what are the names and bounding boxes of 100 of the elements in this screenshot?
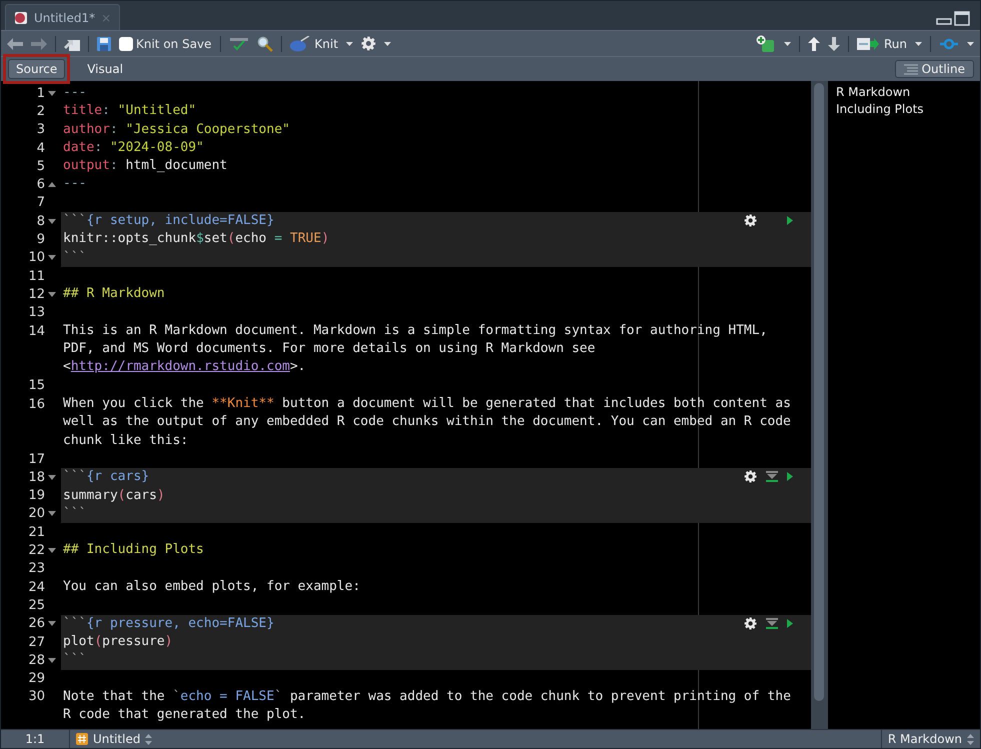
spellcheck-icon[interactable] <box>228 36 249 50</box>
line-number: 23 <box>28 561 45 576</box>
up-arrow-icon[interactable] <box>808 36 820 50</box>
code-line: ## R Markdown <box>62 285 165 304</box>
updown-icon[interactable] <box>145 734 152 744</box>
code-text: < <box>63 359 71 374</box>
line-number: 2 <box>36 104 45 119</box>
settings-icon[interactable] <box>744 616 757 630</box>
caret-icon[interactable] <box>784 42 791 46</box>
line-number: 4 <box>36 140 45 156</box>
code-line: date: "2024-08-09" <box>62 138 204 157</box>
caret-icon[interactable] <box>967 42 974 46</box>
run-icon[interactable] <box>787 618 793 628</box>
run-above-icon[interactable] <box>766 471 778 482</box>
code-line: well as the output of any embedded R code chunks within the document. You can embed an R code <box>62 413 791 432</box>
line-number: 29 <box>28 671 45 686</box>
maximize-icon[interactable] <box>954 11 970 26</box>
code-line: ```{r cars} <box>62 468 150 486</box>
link[interactable]: http://rmarkdown.rstudio.com <box>70 359 290 374</box>
code-text: >. <box>290 359 306 374</box>
outline-button[interactable]: Outline <box>894 60 974 78</box>
file-type-picker[interactable]: R Markdown <box>880 730 980 748</box>
fold-icon[interactable] <box>48 548 56 554</box>
settings-icon[interactable] <box>361 36 376 51</box>
line-number: 16 <box>28 396 45 412</box>
mode-tab[interactable]: Source <box>8 59 66 79</box>
run-icon[interactable] <box>787 216 793 226</box>
line-number: 15 <box>28 378 45 394</box>
run-button[interactable]: Run <box>856 36 907 50</box>
line-number: 24 <box>28 580 45 595</box>
line-number: 26 <box>28 616 45 632</box>
code-line: knitr::opts_chunk$set(echo = TRUE) <box>62 230 330 248</box>
code-line: output: html_document <box>62 157 228 176</box>
fold-icon[interactable] <box>48 511 56 516</box>
knit-on-save-checkbox[interactable]: Knit on Save <box>119 36 212 50</box>
run-above-icon[interactable] <box>766 618 778 629</box>
line-number: 27 <box>28 634 45 650</box>
caret-icon[interactable] <box>346 42 354 46</box>
line-number: 28 <box>28 652 45 668</box>
fold-icon[interactable] <box>48 182 56 188</box>
fold-icon[interactable] <box>48 474 56 480</box>
search-icon[interactable] <box>256 36 273 52</box>
fold-icon[interactable] <box>48 658 56 663</box>
fold-icon[interactable] <box>48 255 56 260</box>
document-icon <box>14 10 28 24</box>
insert-chunk-icon[interactable] <box>756 34 776 52</box>
outline-icon <box>904 64 918 74</box>
document-tab[interactable]: Untitled1* × <box>5 4 120 30</box>
line-number: 6 <box>36 177 45 192</box>
outline-item[interactable]: Including Plots <box>836 102 972 116</box>
mode-tab[interactable]: Visual <box>79 59 132 79</box>
minimize-icon[interactable] <box>936 18 952 26</box>
updown-icon[interactable] <box>967 734 974 744</box>
save-icon[interactable] <box>97 36 111 50</box>
line-number: 30 <box>28 689 45 704</box>
scrollbar[interactable] <box>811 81 827 729</box>
code-line: You can also embed plots, for example: <box>62 578 360 596</box>
line-number: 7 <box>36 195 45 210</box>
code-line: author: "Jessica Cooperstone" <box>62 120 290 139</box>
code-line: --- <box>62 175 86 194</box>
code-line: This is an R Markdown document. Markdown is a simple formatting syntax for authoring HTML, <box>62 322 768 340</box>
down-arrow-icon[interactable] <box>828 36 840 50</box>
settings-icon[interactable] <box>744 214 757 228</box>
fold-icon[interactable] <box>48 90 56 96</box>
code-line: ``` <box>62 504 86 523</box>
line-number: 8 <box>36 214 45 229</box>
code-line: When you click the **Knit** button a document will be generated that includes both content as <box>62 395 791 414</box>
line-number: 3 <box>36 122 45 138</box>
code-line: Note that the `echo = FALSE` parameter was added to the code chunk to prevent printing of the <box>62 688 791 706</box>
caret-icon[interactable] <box>915 42 922 46</box>
code-line: ``` <box>62 651 86 670</box>
run-icon[interactable] <box>787 472 793 482</box>
code-line: chunk like this: <box>62 432 188 450</box>
settings-icon[interactable] <box>744 470 757 484</box>
line-number: 5 <box>36 158 45 174</box>
fold-icon[interactable] <box>48 292 56 297</box>
code-line: R code that generated the plot. <box>62 706 306 724</box>
line-number: 12 <box>28 286 45 302</box>
line-number: 20 <box>28 506 45 522</box>
code-line: ``` <box>62 248 86 267</box>
back-icon[interactable] <box>7 38 23 50</box>
line-number: 25 <box>28 598 45 613</box>
knit-button[interactable]: Knit <box>290 36 338 52</box>
line-number: 18 <box>28 470 45 485</box>
cursor-position: 1:1 <box>24 732 46 746</box>
line-number: 1 <box>36 86 45 101</box>
document-picker[interactable]: Untitled <box>69 730 158 748</box>
line-number: 22 <box>28 543 45 558</box>
fold-icon[interactable] <box>48 218 56 224</box>
run-code-icon <box>856 38 879 50</box>
yarn-icon <box>290 36 310 52</box>
fold-icon[interactable] <box>48 621 56 626</box>
code-line: plot(pressure) <box>62 632 173 651</box>
code-line: ```{r pressure, echo=FALSE} <box>62 614 274 633</box>
line-number: 10 <box>28 250 45 266</box>
code-line: title: "Untitled" <box>62 102 196 120</box>
caret-icon[interactable] <box>384 42 392 46</box>
outline-item[interactable]: R Markdown <box>836 85 972 99</box>
line-number: 14 <box>28 324 45 338</box>
code-line: ## Including Plots <box>62 541 204 560</box>
